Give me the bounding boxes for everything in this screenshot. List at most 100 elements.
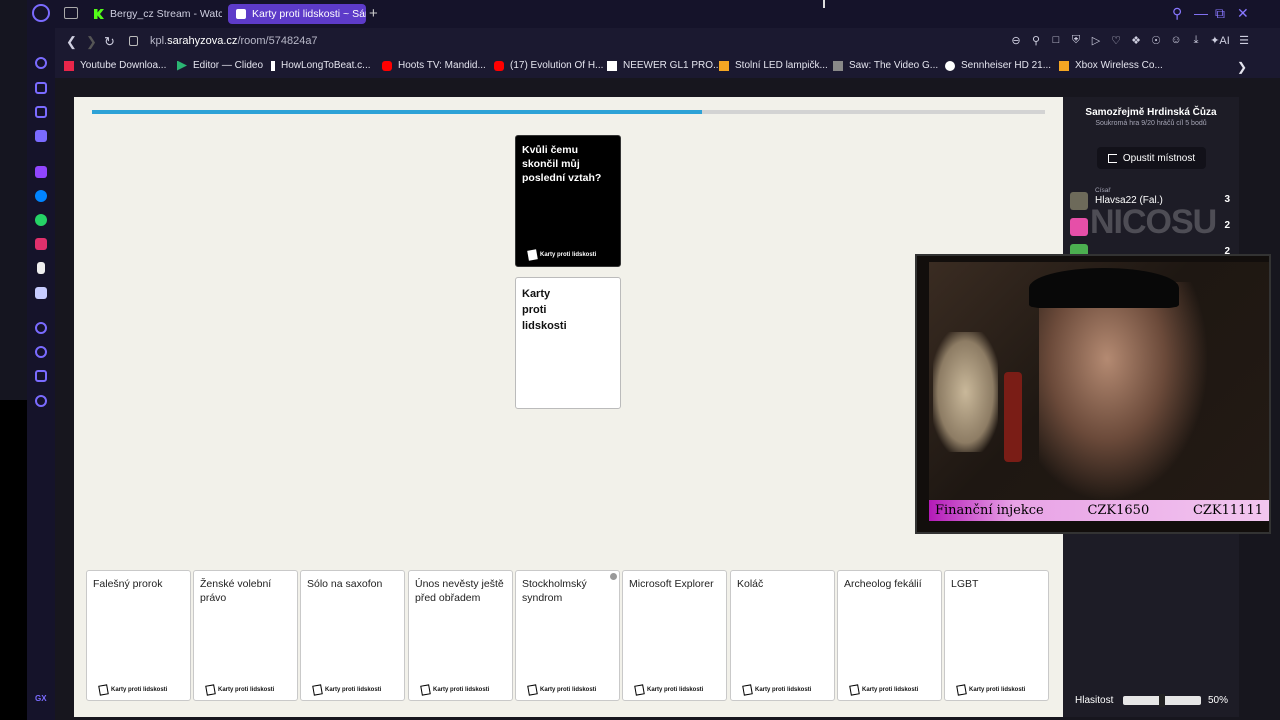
leave-room-button[interactable]: Opustit místnost bbox=[1097, 147, 1206, 169]
youtube-icon bbox=[494, 60, 504, 71]
lock-icon[interactable] bbox=[129, 36, 138, 46]
mail-icon[interactable] bbox=[35, 130, 47, 142]
bookmark-item[interactable]: (17) Evolution Of H... bbox=[494, 60, 603, 71]
opera-logo-icon[interactable] bbox=[32, 4, 50, 22]
player-icon[interactable] bbox=[35, 106, 47, 118]
gx-icon[interactable]: GX bbox=[35, 694, 47, 703]
question-text: Kvůli čemu skončil můj poslední vztah? bbox=[522, 144, 602, 184]
hand-card[interactable]: Ženské volební právo Karty proti lidskost… bbox=[193, 570, 298, 701]
played-card-line: lidskosti bbox=[522, 320, 567, 332]
hand-card[interactable]: Sólo na saxofon Karty proti lidskosti bbox=[300, 570, 405, 701]
bookmark-item[interactable]: Stolní LED lampičk... bbox=[719, 60, 828, 71]
bookmark-item[interactable]: Sennheiser HD 21... bbox=[945, 60, 1051, 71]
tab-bergy-stream[interactable]: Bergy_cz Stream - Watch L bbox=[86, 4, 222, 24]
hand-card[interactable]: Falešný prorok Karty proti lidskosti bbox=[86, 570, 191, 701]
volume-slider-thumb[interactable] bbox=[1159, 694, 1165, 707]
shield-icon[interactable]: ⛨ bbox=[1070, 34, 1082, 47]
tiktok-icon[interactable] bbox=[37, 262, 45, 274]
hand-card[interactable]: Koláč Karty proti lidskosti bbox=[730, 570, 835, 701]
played-card-line: proti bbox=[522, 304, 547, 316]
reload-button[interactable]: ↻ bbox=[104, 34, 115, 50]
twitch-icon[interactable] bbox=[35, 166, 47, 178]
hand-card[interactable]: Microsoft Explorer Karty proti lidskosti bbox=[622, 570, 727, 701]
hand-card[interactable]: Únos nevěsty ještě před obřadem Karty pro… bbox=[408, 570, 513, 701]
back-button[interactable]: ❮ bbox=[66, 34, 77, 50]
ai-icon[interactable]: ✦AI bbox=[1210, 34, 1230, 47]
tab-karty-proti-lidskosti[interactable]: Karty proti lidskosti ~ Sára bbox=[228, 4, 366, 24]
mouse-cursor bbox=[823, 0, 825, 8]
hand-card-text: Koláč bbox=[737, 578, 764, 590]
played-card-line: Karty bbox=[522, 288, 551, 300]
search-icon[interactable]: ⚲ bbox=[1172, 5, 1182, 22]
new-tab-button[interactable]: + bbox=[369, 5, 378, 22]
bookmark-item[interactable]: Saw: The Video G... bbox=[833, 60, 938, 71]
more-bookmarks-button[interactable]: ❯ bbox=[1237, 60, 1247, 74]
webcam-overlay: Finanční injekce CZK1650 CZK11111 bbox=[915, 254, 1271, 534]
card-brand: Karty proti lidskosti bbox=[420, 684, 489, 696]
pin-icon[interactable]: ⚲ bbox=[1030, 34, 1042, 47]
volume-label: Hlasitost bbox=[1075, 695, 1114, 706]
url-field[interactable]: kpl.sarahyzova.cz/room/574824a7 bbox=[150, 35, 318, 47]
cards-icon bbox=[236, 9, 246, 19]
instagram-icon[interactable] bbox=[35, 238, 47, 250]
avatar bbox=[1070, 218, 1088, 236]
extensions-icon[interactable]: ❖ bbox=[1130, 34, 1142, 47]
tab-islands-icon[interactable] bbox=[64, 7, 78, 19]
bookmark-item[interactable]: Xbox Wireless Co... bbox=[1059, 60, 1163, 71]
bookmark-item[interactable]: HowLongToBeat.c... bbox=[271, 60, 371, 71]
cards-logo-icon bbox=[98, 684, 109, 696]
card-brand: Karty proti lidskosti bbox=[527, 249, 596, 261]
account-icon[interactable]: ☺ bbox=[1170, 34, 1182, 47]
hand-card[interactable]: Stockholmský syndrom Karty proti lidskost… bbox=[515, 570, 620, 701]
streamer bbox=[1039, 282, 1209, 502]
info-icon[interactable] bbox=[610, 573, 617, 580]
menu-icon[interactable]: ☰ bbox=[1238, 34, 1250, 47]
shop-icon[interactable] bbox=[35, 82, 47, 94]
extensions-icon[interactable] bbox=[35, 370, 47, 382]
hand-card[interactable]: LGBT Karty proti lidskosti bbox=[944, 570, 1049, 701]
hand-card-text: Microsoft Explorer bbox=[629, 578, 714, 590]
snapshot-icon[interactable]: □ bbox=[1050, 34, 1062, 47]
player-icon[interactable] bbox=[35, 322, 47, 334]
card-brand: Karty proti lidskosti bbox=[527, 684, 596, 696]
whatsapp-icon[interactable] bbox=[35, 214, 47, 226]
cards-logo-icon bbox=[205, 684, 216, 696]
room-name: Samozřejmě Hrdinská Čůza bbox=[1085, 107, 1217, 118]
close-button[interactable]: ✕ bbox=[1237, 5, 1249, 22]
forward-button[interactable]: ❯ bbox=[86, 34, 97, 50]
cards-logo-icon bbox=[742, 684, 753, 696]
hand-card-text: Únos nevěsty ještě před obřadem bbox=[415, 578, 504, 604]
play-icon[interactable]: ▷ bbox=[1090, 34, 1102, 47]
download-icon[interactable]: ⤓ bbox=[1190, 34, 1202, 47]
bookmark-item[interactable]: NEEWER GL1 PRO... bbox=[607, 60, 721, 71]
leave-icon bbox=[1107, 153, 1117, 163]
hand-card-text: Ženské volební právo bbox=[200, 578, 272, 604]
cards-logo-icon bbox=[849, 684, 860, 696]
minimize-button[interactable]: — bbox=[1194, 5, 1208, 21]
kick-icon bbox=[94, 9, 104, 19]
bookmark-item[interactable]: Editor — Clideo bbox=[177, 60, 263, 71]
bookmark-item[interactable]: Hoots TV: Mandid... bbox=[382, 60, 486, 71]
hand-card[interactable]: Archeolog fekálií Karty proti lidskosti bbox=[837, 570, 942, 701]
played-card[interactable]: Karty proti lidskosti bbox=[515, 277, 621, 409]
maximize-button[interactable]: ⧉ bbox=[1215, 5, 1225, 22]
cards-logo-icon bbox=[312, 684, 323, 696]
card-brand: Karty proti lidskosti bbox=[205, 684, 274, 696]
settings-icon[interactable] bbox=[35, 395, 47, 407]
cards-logo-icon bbox=[634, 684, 645, 696]
cards-logo-icon bbox=[956, 684, 967, 696]
donation-goal: CZK11111 bbox=[1192, 503, 1263, 518]
messenger-icon[interactable] bbox=[35, 190, 47, 202]
bookmark-icon bbox=[271, 60, 275, 71]
wallet-icon[interactable]: ☉ bbox=[1150, 34, 1162, 47]
bookmark-icon bbox=[1059, 60, 1069, 71]
discord-icon[interactable] bbox=[35, 287, 47, 299]
heart-icon[interactable]: ♡ bbox=[1110, 34, 1122, 47]
tab-label: Bergy_cz Stream - Watch L bbox=[110, 8, 222, 20]
zoom-icon[interactable]: ⊖ bbox=[1010, 34, 1022, 47]
amazon-icon bbox=[607, 60, 617, 71]
streamer-cap bbox=[1029, 268, 1179, 308]
history-icon[interactable] bbox=[35, 346, 47, 358]
aria-icon[interactable] bbox=[35, 57, 47, 69]
bookmark-item[interactable]: Youtube Downloa... bbox=[64, 60, 166, 71]
